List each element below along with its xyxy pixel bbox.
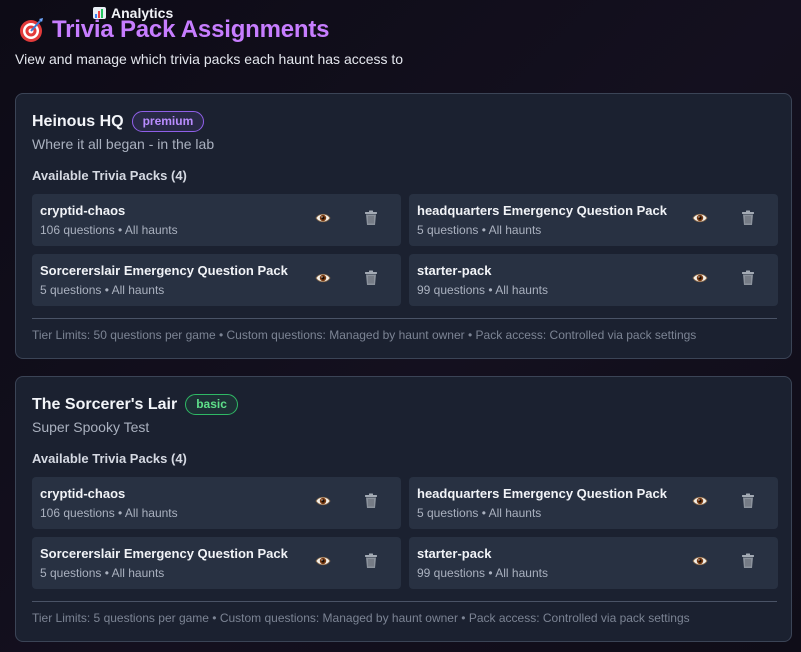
trash-icon	[741, 210, 755, 231]
haunt-header: The Sorcerer's Lair basic	[32, 394, 238, 415]
view-pack-button[interactable]	[312, 492, 334, 514]
page-header: Trivia Pack Assignments	[18, 16, 330, 44]
packs-heading: Available Trivia Packs (4)	[32, 451, 187, 466]
view-pack-button[interactable]	[689, 269, 711, 291]
pack-name: Sorcererslair Emergency Question Pack	[40, 263, 288, 278]
pack-item: headquarters Emergency Question Pack 5 q…	[409, 477, 778, 529]
trash-icon	[364, 210, 378, 231]
pack-meta: 5 questions • All haunts	[40, 566, 165, 580]
pack-name: starter-pack	[417, 546, 492, 561]
eye-icon	[692, 211, 708, 229]
pack-meta: 5 questions • All haunts	[417, 506, 542, 520]
pack-item: headquarters Emergency Question Pack 5 q…	[409, 194, 778, 246]
pack-name: starter-pack	[417, 263, 492, 278]
view-pack-button[interactable]	[312, 552, 334, 574]
pack-item: cryptid-chaos 106 questions • All haunts	[32, 194, 401, 246]
target-icon	[18, 17, 44, 43]
eye-icon	[692, 554, 708, 572]
delete-pack-button[interactable]	[737, 269, 759, 291]
haunt-description: Super Spooky Test	[32, 419, 150, 435]
page: Analytics Trivia Pack Assignments View a…	[0, 0, 801, 652]
haunt-name: Heinous HQ	[32, 112, 124, 130]
view-pack-button[interactable]	[689, 209, 711, 231]
delete-pack-button[interactable]	[360, 492, 382, 514]
trash-icon	[364, 553, 378, 574]
eye-icon	[692, 494, 708, 512]
delete-pack-button[interactable]	[360, 269, 382, 291]
trash-icon	[364, 270, 378, 291]
haunt-card: The Sorcerer's Lair basic Super Spooky T…	[15, 376, 792, 642]
eye-icon	[315, 494, 331, 512]
eye-icon	[315, 211, 331, 229]
eye-icon	[315, 554, 331, 572]
view-pack-button[interactable]	[689, 552, 711, 574]
pack-item: starter-pack 99 questions • All haunts	[409, 537, 778, 589]
delete-pack-button[interactable]	[737, 552, 759, 574]
view-pack-button[interactable]	[312, 209, 334, 231]
tier-badge: premium	[131, 111, 205, 132]
pack-meta: 99 questions • All haunts	[417, 566, 548, 580]
pack-meta: 5 questions • All haunts	[417, 223, 542, 237]
tier-badge: basic	[185, 394, 238, 415]
haunt-description: Where it all began - in the lab	[32, 136, 215, 152]
pack-name: headquarters Emergency Question Pack	[417, 486, 667, 501]
page-title: Trivia Pack Assignments	[52, 16, 330, 43]
divider	[32, 318, 777, 319]
pack-item: Sorcererslair Emergency Question Pack 5 …	[32, 537, 401, 589]
tier-limits-text: Tier Limits: 5 questions per game • Cust…	[32, 611, 690, 625]
eye-icon	[692, 271, 708, 289]
trash-icon	[741, 553, 755, 574]
pack-name: Sorcererslair Emergency Question Pack	[40, 546, 288, 561]
pack-meta: 5 questions • All haunts	[40, 283, 165, 297]
packs-heading: Available Trivia Packs (4)	[32, 168, 187, 183]
trash-icon	[364, 493, 378, 514]
haunt-card: Heinous HQ premium Where it all began - …	[15, 93, 792, 359]
pack-item: starter-pack 99 questions • All haunts	[409, 254, 778, 306]
delete-pack-button[interactable]	[737, 209, 759, 231]
trash-icon	[741, 493, 755, 514]
pack-name: headquarters Emergency Question Pack	[417, 203, 667, 218]
delete-pack-button[interactable]	[360, 209, 382, 231]
haunt-name: The Sorcerer's Lair	[32, 395, 178, 413]
page-subtitle: View and manage which trivia packs each …	[15, 51, 404, 67]
tier-limits-text: Tier Limits: 50 questions per game • Cus…	[32, 328, 697, 342]
haunt-header: Heinous HQ premium	[32, 111, 205, 132]
delete-pack-button[interactable]	[360, 552, 382, 574]
pack-meta: 99 questions • All haunts	[417, 283, 548, 297]
view-pack-button[interactable]	[312, 269, 334, 291]
pack-item: cryptid-chaos 106 questions • All haunts	[32, 477, 401, 529]
eye-icon	[315, 271, 331, 289]
pack-meta: 106 questions • All haunts	[40, 223, 178, 237]
view-pack-button[interactable]	[689, 492, 711, 514]
pack-meta: 106 questions • All haunts	[40, 506, 178, 520]
divider	[32, 601, 777, 602]
trash-icon	[741, 270, 755, 291]
pack-item: Sorcererslair Emergency Question Pack 5 …	[32, 254, 401, 306]
pack-name: cryptid-chaos	[40, 486, 126, 501]
delete-pack-button[interactable]	[737, 492, 759, 514]
pack-name: cryptid-chaos	[40, 203, 126, 218]
